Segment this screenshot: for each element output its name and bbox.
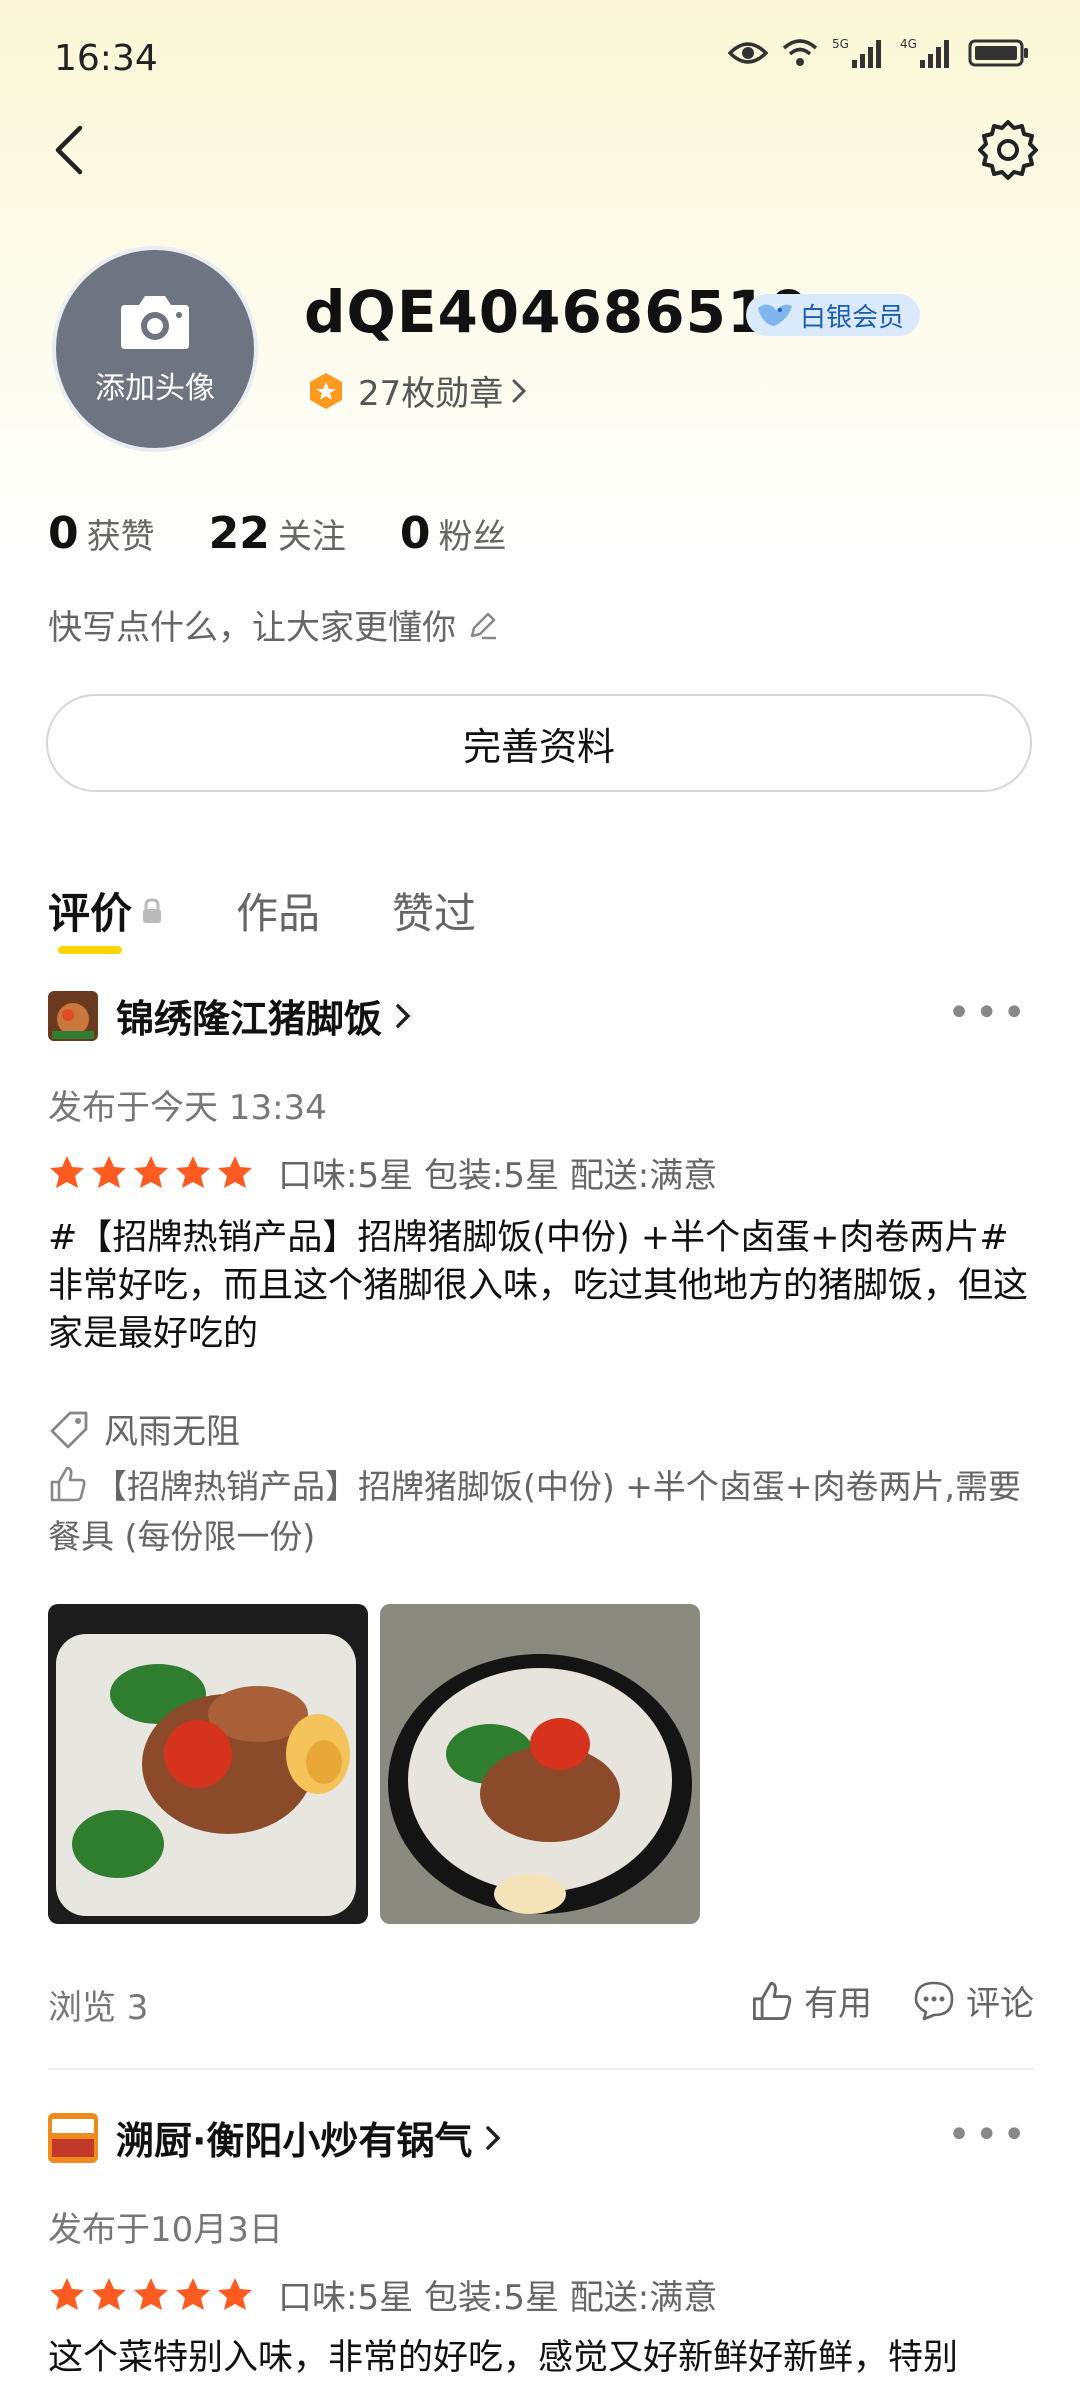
stat-following-label: 关注 <box>277 517 346 557</box>
chevron-right-icon <box>396 1003 411 1028</box>
profile-tabs: 评价 作品 赞过 <box>48 880 548 954</box>
review-1-photo-1[interactable] <box>48 1604 368 1924</box>
bird-icon <box>758 304 792 326</box>
review-1-tag-label: 风雨无阻 <box>104 1412 240 1452</box>
stat-fans-label: 粉丝 <box>438 517 507 557</box>
username: dQE404686510 <box>304 278 810 346</box>
tab-works[interactable]: 作品 <box>236 880 320 941</box>
star-rating <box>48 1154 258 1192</box>
review-2-more-button[interactable]: ••• <box>947 2112 1030 2158</box>
stat-following-count: 22 <box>208 508 270 559</box>
review-1-dish-text: 【招牌热销产品】招牌猪脚饭(中份) +半个卤蛋+肉卷两片,需要餐具 (每份限一份… <box>48 1467 1022 1556</box>
stat-fans[interactable]: 0 粉丝 <box>400 508 507 559</box>
camera-icon <box>121 296 189 349</box>
star-icon <box>134 2277 168 2310</box>
back-button[interactable] <box>44 120 104 180</box>
useful-button[interactable]: 有用 <box>750 1976 872 2025</box>
lock-icon <box>143 897 162 923</box>
tab-reviews-label: 评价 <box>48 889 133 938</box>
active-tab-indicator <box>58 946 122 954</box>
review-2-date: 发布于10月3日 <box>48 2210 283 2250</box>
thumb-up-icon <box>50 1466 86 1502</box>
comment-label: 评论 <box>966 1984 1034 2024</box>
status-icons: 5G 4G <box>728 36 1030 70</box>
tag-icon <box>50 1411 88 1448</box>
tab-liked[interactable]: 赞过 <box>392 880 476 941</box>
chevron-right-icon <box>486 2125 501 2150</box>
review-2-rating-text: 口味:5星 包装:5星 配送:满意 <box>278 2278 718 2318</box>
signal-5g-icon: 5G <box>832 37 881 68</box>
star-icon <box>218 2277 252 2310</box>
review-1-text: #【招牌热销产品】招牌猪脚饭(中份) +半个卤蛋+肉卷两片# 非常好吃，而且这个… <box>48 1218 1029 1354</box>
review-divider <box>48 2068 1034 2070</box>
avatar-add-button[interactable]: 添加头像 <box>52 246 258 452</box>
chevron-left-icon <box>55 125 83 175</box>
review-1-dish: 【招牌热销产品】招牌猪脚饭(中份) +半个卤蛋+肉卷两片,需要餐具 (每份限一份… <box>48 1462 1038 1562</box>
bio-edit[interactable]: 快写点什么，让大家更懂你 <box>48 600 500 649</box>
review-1-photo-2[interactable] <box>380 1604 700 1924</box>
edit-profile-button[interactable]: 完善资料 <box>46 694 1032 792</box>
medals-link[interactable]: 27枚勋章 <box>306 366 529 415</box>
bio-placeholder: 快写点什么，让大家更懂你 <box>48 608 456 648</box>
stat-fans-count: 0 <box>399 508 431 559</box>
star-icon <box>176 2277 210 2310</box>
review-1-view-count: 浏览 3 <box>48 1988 149 2028</box>
review-1-actions: 有用 评论 <box>710 1976 1034 2025</box>
pencil-icon <box>470 612 496 639</box>
wifi-icon <box>782 39 818 66</box>
comment-button[interactable]: 评论 <box>912 1976 1034 2025</box>
review-1-shop-name: 锦绣隆江猪脚饭 <box>116 997 383 1041</box>
star-icon <box>176 1155 210 1188</box>
review-1-more-button[interactable]: ••• <box>947 990 1030 1036</box>
review-2-shop-name: 溯厨·衡阳小炒有锅气 <box>116 2119 473 2163</box>
review-1-rating-text: 口味:5星 包装:5星 配送:满意 <box>278 1156 718 1196</box>
medal-icon <box>310 372 342 409</box>
star-icon <box>92 1155 126 1188</box>
stat-following[interactable]: 22 关注 <box>209 508 346 559</box>
signal-4g-icon: 4G <box>900 37 949 68</box>
review-2-ratings: 口味:5星 包装:5星 配送:满意 <box>48 2270 717 2319</box>
shop-thumbnail <box>48 990 98 1041</box>
shop-thumbnail <box>48 2112 98 2163</box>
tab-reviews[interactable]: 评价 <box>48 880 164 954</box>
useful-label: 有用 <box>804 1984 872 2024</box>
gear-icon <box>978 120 1038 180</box>
settings-button[interactable] <box>976 118 1040 182</box>
star-icon <box>50 1155 84 1188</box>
avatar-label: 添加头像 <box>95 371 215 406</box>
chevron-right-icon <box>512 379 527 402</box>
comment-icon <box>914 1981 954 2020</box>
review-1-tag: 风雨无阻 <box>48 1404 240 1453</box>
profile-stats: 0 获赞 22 关注 0 粉丝 <box>48 508 560 559</box>
stat-likes-label: 获赞 <box>86 517 155 557</box>
status-time: 16:34 <box>54 38 158 79</box>
review-1-ratings: 口味:5星 包装:5星 配送:满意 <box>48 1148 717 1197</box>
member-badge-label: 白银会员 <box>800 302 905 333</box>
network-4g-label: 4G <box>900 37 917 51</box>
stat-likes[interactable]: 0 获赞 <box>48 508 155 559</box>
network-5g-label: 5G <box>832 37 849 51</box>
battery-icon <box>968 39 1028 67</box>
review-1-shop-link[interactable]: 锦绣隆江猪脚饭 <box>48 988 414 1043</box>
star-icon <box>218 1155 252 1188</box>
star-icon <box>50 2277 84 2310</box>
stat-likes-count: 0 <box>48 508 79 559</box>
star-icon <box>134 1155 168 1188</box>
thumb-up-icon <box>752 1981 792 2020</box>
star-rating <box>48 2276 258 2314</box>
review-2-text: 这个菜特别入味，非常的好吃，感觉又好新鲜好新鲜，特别 <box>48 2338 959 2378</box>
medals-label: 27枚勋章 <box>358 374 504 414</box>
review-2-shop-link[interactable]: 溯厨·衡阳小炒有锅气 <box>48 2110 504 2165</box>
star-icon <box>92 2277 126 2310</box>
member-badge[interactable]: 白银会员 <box>746 294 921 336</box>
review-1-date: 发布于今天 13:34 <box>48 1088 327 1128</box>
eye-icon <box>728 42 768 64</box>
